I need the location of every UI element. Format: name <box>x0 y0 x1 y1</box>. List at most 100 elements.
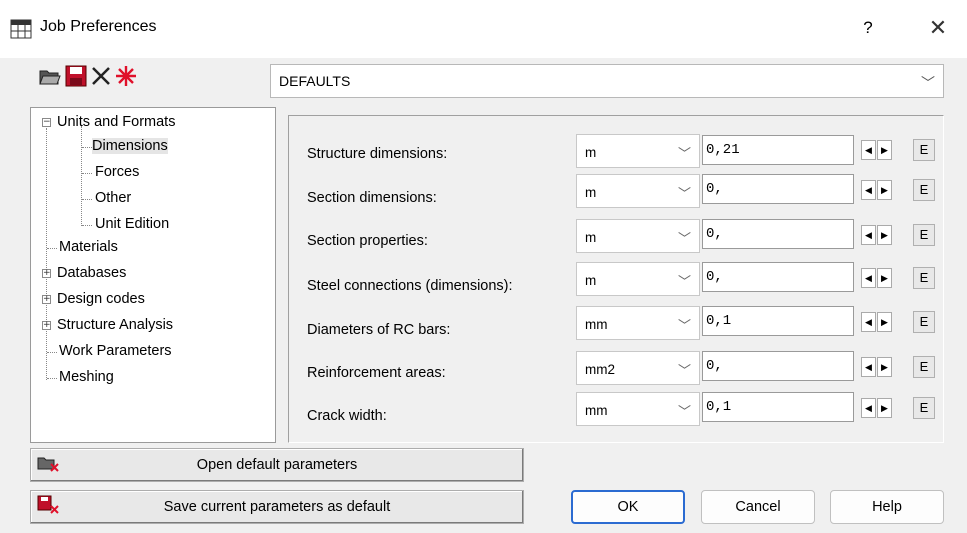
edit-button[interactable]: E <box>913 179 935 201</box>
chevron-down-icon: ﹀ <box>677 318 691 333</box>
expand-icon[interactable]: + <box>42 295 51 304</box>
tree-connector <box>47 378 57 379</box>
cancel-button[interactable]: Cancel <box>701 490 815 524</box>
chevron-down-icon: ﹀ <box>677 186 691 201</box>
precision-spinner[interactable]: ◀ ▶ <box>861 180 893 200</box>
row-label: Structure dimensions: <box>307 146 448 162</box>
tree-item-databases[interactable]: Databases <box>57 265 126 281</box>
tree-item-unit-edition[interactable]: Unit Edition <box>95 216 169 232</box>
increase-icon[interactable]: ▶ <box>877 268 892 288</box>
title-bar: Job Preferences ? ✕ <box>0 0 967 58</box>
tree-item-meshing[interactable]: Meshing <box>59 369 114 385</box>
app-icon <box>10 19 32 39</box>
increase-icon[interactable]: ▶ <box>877 180 892 200</box>
save-default-label: Save current parameters as default <box>163 499 391 515</box>
chevron-down-icon: ﹀ <box>677 274 691 289</box>
unit-dropdown[interactable]: m ﹀ <box>576 174 700 208</box>
precision-spinner[interactable]: ◀ ▶ <box>861 357 893 377</box>
unit-value: m <box>585 185 597 200</box>
tree-item-structure-analysis[interactable]: Structure Analysis <box>57 317 173 333</box>
precision-value: 0,1 <box>706 399 732 415</box>
precision-field[interactable]: 0,21 <box>702 135 854 165</box>
preset-value: DEFAULTS <box>279 73 351 89</box>
chevron-down-icon: ﹀ <box>677 404 691 419</box>
edit-button[interactable]: E <box>913 224 935 246</box>
unit-dropdown[interactable]: mm2 ﹀ <box>576 351 700 385</box>
unit-value: mm <box>585 317 608 332</box>
edit-button[interactable]: E <box>913 356 935 378</box>
increase-icon[interactable]: ▶ <box>877 398 892 418</box>
precision-value: 0, <box>706 226 723 242</box>
collapse-icon[interactable]: − <box>42 118 51 127</box>
ok-button[interactable]: OK <box>571 490 685 524</box>
precision-field[interactable]: 0, <box>702 351 854 381</box>
preferences-tree[interactable]: − Units and Formats Dimensions Forces Ot… <box>30 107 276 443</box>
tree-connector <box>82 147 92 148</box>
decrease-icon[interactable]: ◀ <box>861 268 876 288</box>
precision-spinner[interactable]: ◀ ▶ <box>861 140 893 160</box>
increase-icon[interactable]: ▶ <box>877 357 892 377</box>
precision-field[interactable]: 0,1 <box>702 392 854 422</box>
precision-spinner[interactable]: ◀ ▶ <box>861 268 893 288</box>
tree-item-design-codes[interactable]: Design codes <box>57 291 145 307</box>
precision-field[interactable]: 0, <box>702 174 854 204</box>
precision-spinner[interactable]: ◀ ▶ <box>861 398 893 418</box>
unit-dropdown[interactable]: mm ﹀ <box>576 306 700 340</box>
tree-item-other[interactable]: Other <box>95 190 131 206</box>
increase-icon[interactable]: ▶ <box>877 140 892 160</box>
unit-value: mm2 <box>585 362 615 377</box>
close-button[interactable]: ✕ <box>924 14 952 42</box>
tree-item-materials[interactable]: Materials <box>59 239 118 255</box>
unit-dropdown[interactable]: m ﹀ <box>576 134 700 168</box>
precision-spinner[interactable]: ◀ ▶ <box>861 225 893 245</box>
precision-spinner[interactable]: ◀ ▶ <box>861 312 893 332</box>
help-title-button[interactable]: ? <box>856 16 880 40</box>
decrease-icon[interactable]: ◀ <box>861 312 876 332</box>
tree-connector <box>82 199 92 200</box>
unit-dropdown[interactable]: m ﹀ <box>576 219 700 253</box>
expand-icon[interactable]: + <box>42 269 51 278</box>
tree-item-forces[interactable]: Forces <box>95 164 139 180</box>
preset-dropdown[interactable]: DEFAULTS ﹀ <box>270 64 944 98</box>
increase-icon[interactable]: ▶ <box>877 225 892 245</box>
decrease-icon[interactable]: ◀ <box>861 180 876 200</box>
precision-field[interactable]: 0, <box>702 219 854 249</box>
expand-icon[interactable]: + <box>42 321 51 330</box>
reset-star-icon[interactable] <box>114 64 138 88</box>
decrease-icon[interactable]: ◀ <box>861 140 876 160</box>
save-default-button[interactable]: Save current parameters as default <box>30 490 524 524</box>
row-label: Diameters of RC bars: <box>307 322 451 338</box>
unit-value: mm <box>585 403 608 418</box>
edit-button[interactable]: E <box>913 397 935 419</box>
help-button[interactable]: Help <box>830 490 944 524</box>
unit-value: m <box>585 273 597 288</box>
delete-x-icon[interactable] <box>89 64 113 88</box>
tree-connector <box>81 126 82 226</box>
chevron-down-icon: ﹀ <box>677 231 691 246</box>
edit-button[interactable]: E <box>913 311 935 333</box>
open-folder-icon[interactable] <box>38 64 62 88</box>
precision-field[interactable]: 0, <box>702 262 854 292</box>
decrease-icon[interactable]: ◀ <box>861 398 876 418</box>
edit-button[interactable]: E <box>913 267 935 289</box>
edit-button[interactable]: E <box>913 139 935 161</box>
unit-value: m <box>585 230 597 245</box>
precision-value: 0, <box>706 358 723 374</box>
row-label: Section properties: <box>307 233 428 249</box>
unit-dropdown[interactable]: mm ﹀ <box>576 392 700 426</box>
tree-connector <box>82 225 92 226</box>
open-default-button[interactable]: Open default parameters <box>30 448 524 482</box>
open-default-label: Open default parameters <box>196 457 358 473</box>
unit-dropdown[interactable]: m ﹀ <box>576 262 700 296</box>
tree-connector <box>47 352 57 353</box>
chevron-down-icon: ﹀ <box>921 75 935 91</box>
decrease-icon[interactable]: ◀ <box>861 357 876 377</box>
tree-item-units-formats[interactable]: Units and Formats <box>57 114 175 130</box>
tree-item-work-parameters[interactable]: Work Parameters <box>59 343 172 359</box>
tree-item-dimensions[interactable]: Dimensions <box>92 138 168 154</box>
chevron-down-icon: ﹀ <box>677 363 691 378</box>
save-disk-icon[interactable] <box>64 64 88 88</box>
increase-icon[interactable]: ▶ <box>877 312 892 332</box>
precision-field[interactable]: 0,1 <box>702 306 854 336</box>
decrease-icon[interactable]: ◀ <box>861 225 876 245</box>
